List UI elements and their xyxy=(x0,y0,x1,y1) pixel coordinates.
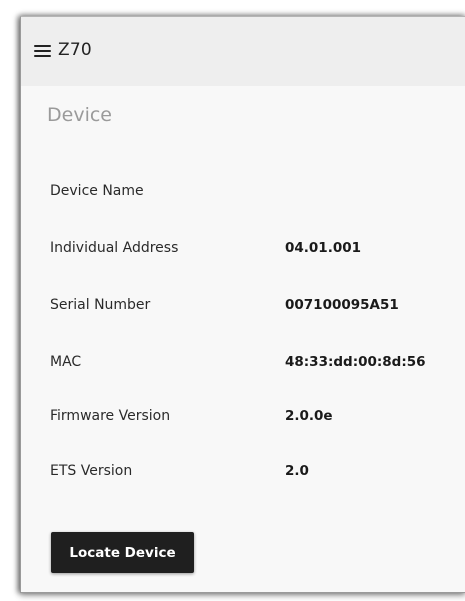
individual-address-value: 04.01.001 xyxy=(285,240,362,256)
firmware-version-value: 2.0.0e xyxy=(285,408,333,424)
app-title: Z70 xyxy=(58,40,92,60)
ets-version-value: 2.0 xyxy=(285,463,309,479)
mac-value: 48:33:dd:00:8d:56 xyxy=(285,354,426,370)
section-title: Device xyxy=(47,104,112,126)
serial-number-value: 007100095A51 xyxy=(285,297,399,313)
device-panel xyxy=(21,86,465,592)
device-name-label: Device Name xyxy=(50,183,144,199)
hamburger-menu-icon[interactable] xyxy=(34,45,51,58)
ets-version-label: ETS Version xyxy=(50,463,133,479)
firmware-version-label: Firmware Version xyxy=(50,408,171,424)
serial-number-label: Serial Number xyxy=(50,297,151,313)
mac-label: MAC xyxy=(50,354,82,370)
app-header: Z70 xyxy=(21,17,465,86)
locate-device-button[interactable]: Locate Device xyxy=(51,532,194,573)
individual-address-label: Individual Address xyxy=(50,240,179,256)
